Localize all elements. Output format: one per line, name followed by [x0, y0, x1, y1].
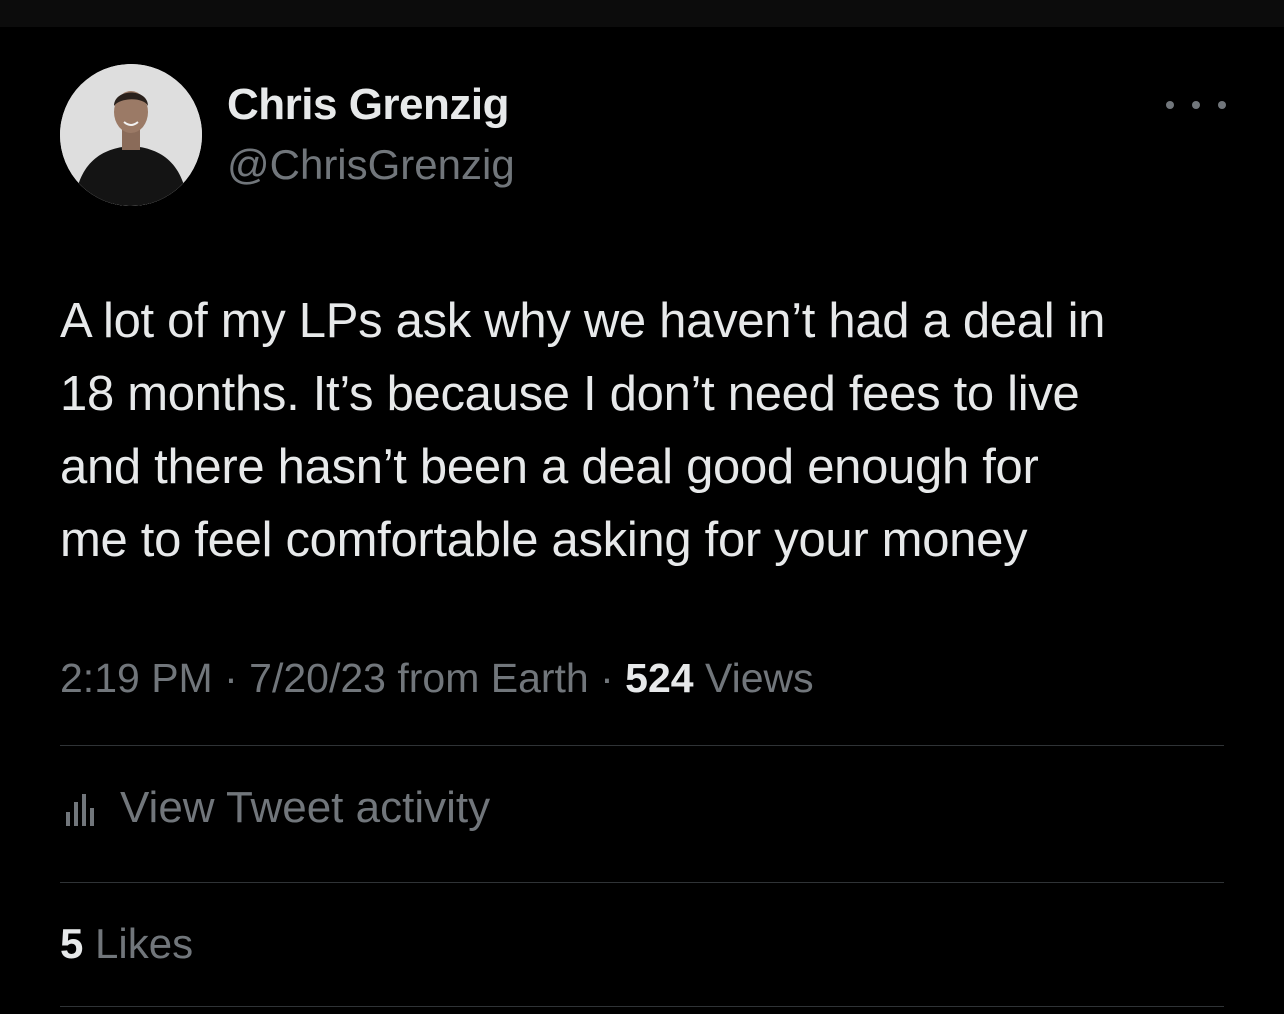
author-display-name[interactable]: Chris Grenzig [227, 80, 510, 130]
status-bar-strip [0, 0, 1284, 27]
tweet-meta: 2:19 PM · 7/20/23 from Earth · 524 Views [60, 655, 814, 702]
tweet-date[interactable]: 7/20/23 [249, 655, 386, 701]
view-tweet-activity-label: View Tweet activity [120, 783, 491, 832]
more-options-button[interactable] [1166, 88, 1226, 122]
avatar[interactable] [60, 64, 202, 206]
divider [60, 1006, 1224, 1007]
likes-link[interactable]: 5 Likes [60, 920, 193, 968]
tweet-text-line: and there hasn’t been a deal good enough… [60, 440, 1039, 494]
tweet-source: from Earth [397, 655, 589, 701]
tweet-time[interactable]: 2:19 PM [60, 655, 213, 701]
view-tweet-activity-button[interactable]: View Tweet activity [60, 782, 490, 834]
views-count: 524 [625, 655, 694, 701]
divider [60, 745, 1224, 746]
likes-label: Likes [95, 920, 194, 967]
likes-count: 5 [60, 920, 84, 967]
meta-separator: · [212, 655, 250, 701]
tweet-text-line: me to feel comfortable asking for your m… [60, 513, 1028, 567]
ellipsis-icon [1166, 101, 1174, 109]
author-handle[interactable]: @ChrisGrenzig [227, 141, 515, 189]
divider [60, 882, 1224, 883]
tweet-text-line: 18 months. It’s because I don’t need fee… [60, 367, 1080, 421]
ellipsis-icon [1218, 101, 1226, 109]
profile-photo-icon [60, 64, 202, 206]
bar-chart-icon [66, 794, 94, 826]
views-label: Views [705, 655, 814, 701]
tweet-text-line: A lot of my LPs ask why we haven’t had a… [60, 294, 1106, 348]
meta-separator: · [588, 655, 626, 701]
ellipsis-icon [1192, 101, 1200, 109]
tweet-text: A lot of my LPs ask why we haven’t had a… [60, 285, 1250, 577]
